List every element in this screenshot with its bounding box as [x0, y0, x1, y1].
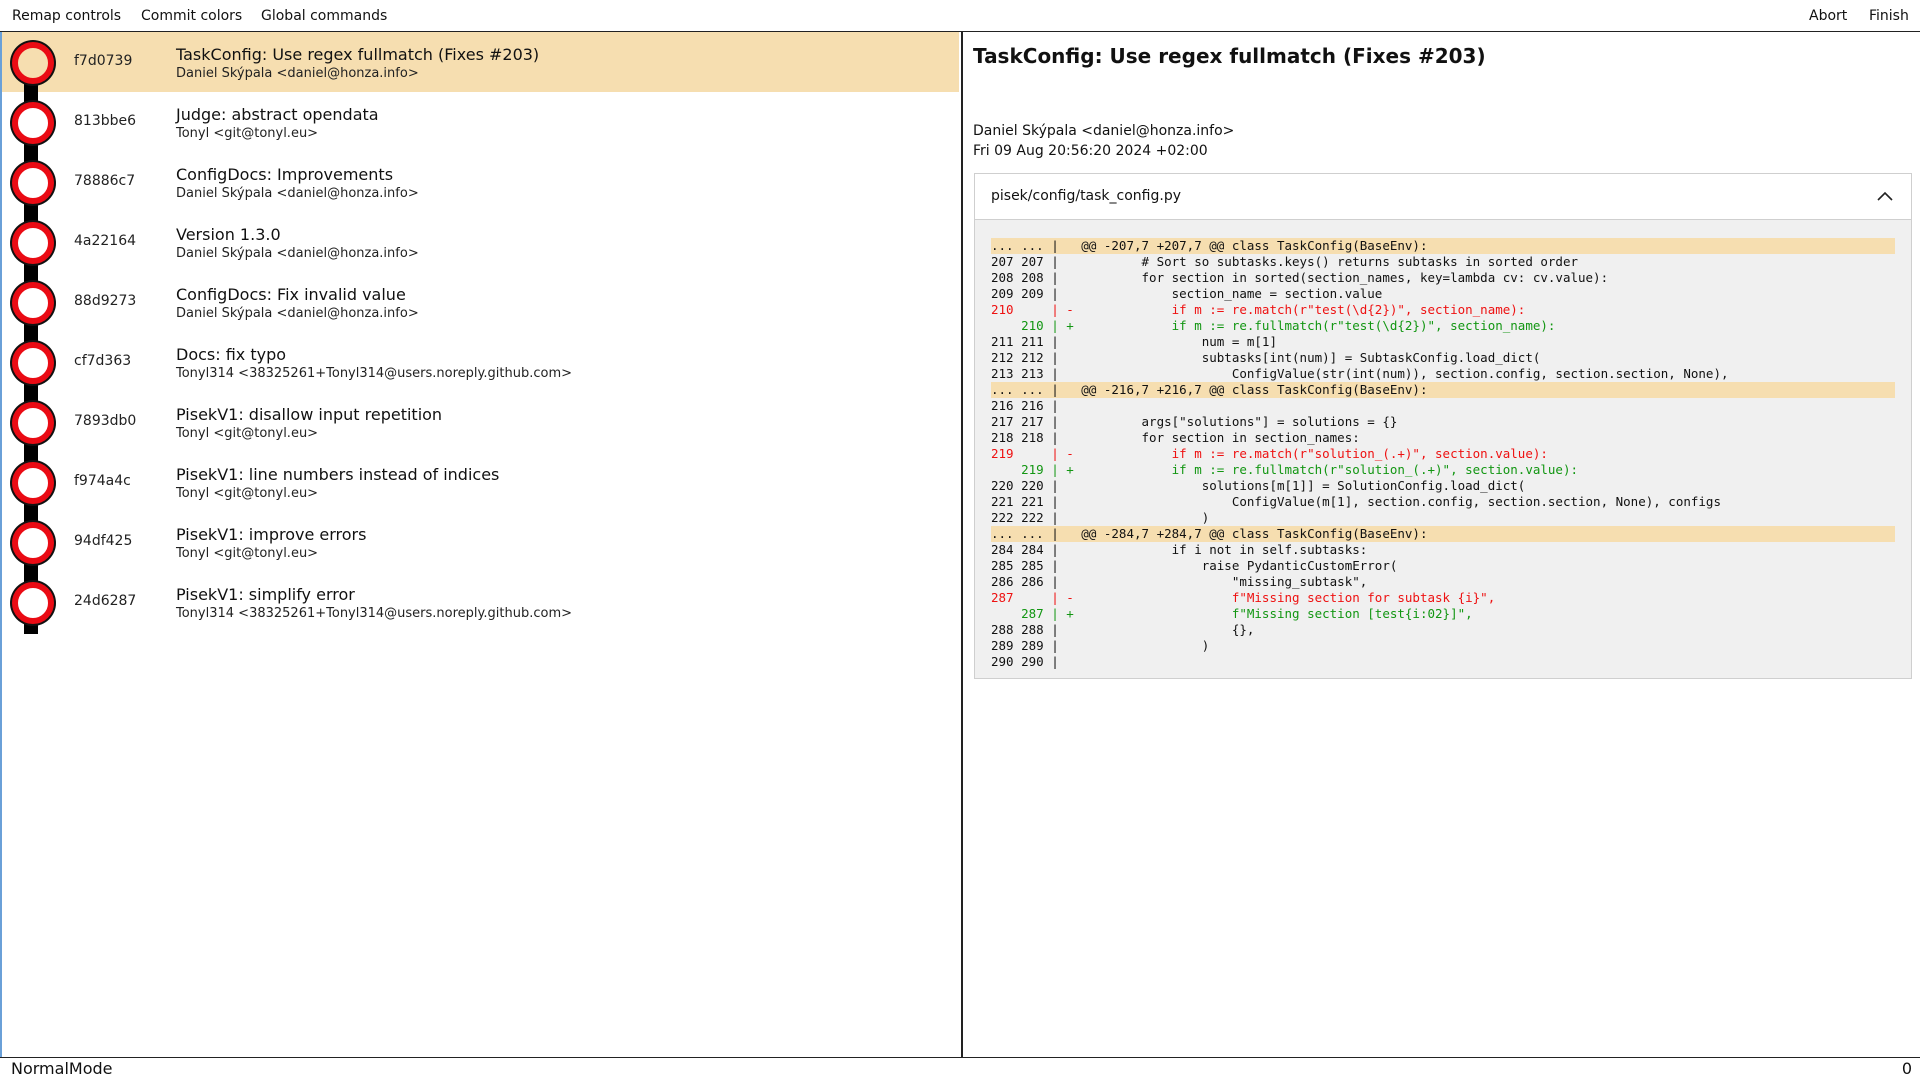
commit-author: Tonyl <git@tonyl.eu>	[176, 486, 319, 501]
commit-hash: 88d9273	[74, 293, 137, 309]
commit-author: Tonyl314 <38325261+Tonyl314@users.norepl…	[176, 366, 572, 381]
diff-context-line: 286 286 | "missing_subtask",	[991, 574, 1368, 589]
diff-context-line: 221 221 | ConfigValue(m[1], section.conf…	[991, 494, 1721, 509]
commit-author: Daniel Skýpala <daniel@honza.info>	[176, 66, 419, 81]
diff-removed-line: 210 | - if m := re.match(r"test(\d{2})",…	[991, 302, 1526, 317]
commit-node-icon	[12, 222, 54, 264]
commit-subject: PisekV1: line numbers instead of indices	[176, 465, 500, 484]
diff-hunk-header: ... ... | @@ -284,7 +284,7 @@ class Task…	[991, 526, 1895, 542]
diff-hunk-header: ... ... | @@ -216,7 +216,7 @@ class Task…	[991, 382, 1895, 398]
file-diff-panel: pisek/config/task_config.py ... ... | @@…	[974, 173, 1912, 679]
commit-row[interactable]: 24d6287 PisekV1: simplify error Tonyl314 <…	[2, 572, 959, 632]
commit-author: Tonyl <git@tonyl.eu>	[176, 126, 319, 141]
commit-row[interactable]: 94df425 PisekV1: improve errors Tonyl <git…	[2, 512, 959, 572]
diff-context-line: 209 209 | section_name = section.value	[991, 286, 1383, 301]
diff-context-line: 290 290 |	[991, 654, 1059, 669]
diff-context-line: 216 216 |	[991, 398, 1059, 413]
commit-author: Tonyl314 <38325261+Tonyl314@users.norepl…	[176, 606, 572, 621]
diff-context-line: 212 212 | subtasks[int(num)] = SubtaskCo…	[991, 350, 1541, 365]
commit-row[interactable]: f7d0739 TaskConfig: Use regex fullmatch (…	[2, 32, 959, 92]
commit-hash: 813bbe6	[74, 113, 137, 129]
commit-row[interactable]: 78886c7 ConfigDocs: Improvements Daniel Sk…	[2, 152, 959, 212]
diff-context-line: 207 207 | # Sort so subtasks.keys() retu…	[991, 254, 1578, 269]
diff-added-line: 287 | + f"Missing section [test{i:02}]",	[991, 606, 1473, 621]
commit-node-icon	[12, 522, 54, 564]
diff-context-line: 218 218 | for section in section_names:	[991, 430, 1360, 445]
status-count: 0	[1901, 1059, 1912, 1078]
commit-node-icon	[12, 102, 54, 144]
top-menu-bar: Remap controls Commit colors Global comm…	[0, 0, 1920, 32]
commit-hash: 7893db0	[74, 413, 137, 429]
commit-colors-button[interactable]: Commit colors	[141, 8, 242, 24]
file-name: pisek/config/task_config.py	[991, 188, 1181, 204]
commit-hash: 78886c7	[74, 173, 136, 189]
commit-node-icon	[12, 582, 54, 624]
commit-subject: PisekV1: disallow input repetition	[176, 405, 443, 424]
commit-node-icon	[12, 462, 54, 504]
commit-row[interactable]: 4a22164 Version 1.3.0 Daniel Skýpala <dani…	[2, 212, 959, 272]
commit-node-icon	[12, 342, 54, 384]
commit-hash: 94df425	[74, 533, 133, 549]
commit-subject: ConfigDocs: Fix invalid value	[176, 285, 406, 304]
diff-added-line: 210 | + if m := re.fullmatch(r"test(\d{2…	[991, 318, 1556, 333]
diff-context-line: 289 289 | )	[991, 638, 1210, 653]
commit-hash: f974a4c	[74, 473, 131, 489]
commit-hash: 24d6287	[74, 593, 137, 609]
diff-context-line: 284 284 | if i not in self.subtasks:	[991, 542, 1368, 557]
commit-row[interactable]: f974a4c PisekV1: line numbers instead of …	[2, 452, 959, 512]
commit-detail-date: Fri 09 Aug 20:56:20 2024 +02:00	[973, 143, 1208, 159]
commit-node-icon	[12, 282, 54, 324]
commit-subject: TaskConfig: Use regex fullmatch (Fixes #…	[176, 45, 540, 64]
diff-context-line: 222 222 | )	[991, 510, 1210, 525]
diff-context-line: 217 217 | args["solutions"] = solutions …	[991, 414, 1398, 429]
commit-author: Daniel Skýpala <daniel@honza.info>	[176, 186, 419, 201]
diff-content: ... ... | @@ -207,7 +207,7 @@ class Task…	[991, 238, 1895, 670]
diff-added-line: 219 | + if m := re.fullmatch(r"solution_…	[991, 462, 1578, 477]
diff-context-line: 211 211 | num = m[1]	[991, 334, 1277, 349]
remap-controls-button[interactable]: Remap controls	[12, 8, 121, 24]
status-bar: NormalMode 0	[0, 1057, 1920, 1079]
commit-subject: ConfigDocs: Improvements	[176, 165, 394, 184]
commit-author: Tonyl <git@tonyl.eu>	[176, 546, 319, 561]
commit-detail-pane: TaskConfig: Use regex fullmatch (Fixes #…	[961, 32, 1920, 1057]
commit-node-icon	[12, 42, 54, 84]
commit-detail-author: Daniel Skýpala <daniel@honza.info>	[973, 123, 1235, 139]
commit-subject: PisekV1: improve errors	[176, 525, 367, 544]
diff-hunk-header: ... ... | @@ -207,7 +207,7 @@ class Task…	[991, 238, 1895, 254]
commit-hash: cf7d363	[74, 353, 132, 369]
global-commands-button[interactable]: Global commands	[261, 8, 387, 24]
diff-context-line: 208 208 | for section in sorted(section_…	[991, 270, 1609, 285]
mode-indicator: NormalMode	[11, 1059, 113, 1078]
diff-context-line: 213 213 | ConfigValue(str(int(num)), sec…	[991, 366, 1729, 381]
commit-list-pane: f7d0739 TaskConfig: Use regex fullmatch (…	[0, 32, 961, 1057]
chevron-up-icon[interactable]	[1875, 186, 1895, 206]
diff-removed-line: 219 | - if m := re.match(r"solution_(.+)…	[991, 446, 1548, 461]
diff-context-line: 288 288 | {},	[991, 622, 1255, 637]
finish-button[interactable]: Finish	[1869, 8, 1909, 24]
commit-node-icon	[12, 402, 54, 444]
file-diff-header[interactable]: pisek/config/task_config.py	[975, 174, 1911, 220]
commit-row[interactable]: 7893db0 PisekV1: disallow input repetitio…	[2, 392, 959, 452]
commit-node-icon	[12, 162, 54, 204]
diff-context-line: 285 285 | raise PydanticCustomError(	[991, 558, 1398, 573]
commit-detail-title: TaskConfig: Use regex fullmatch (Fixes #…	[973, 44, 1486, 68]
commit-subject: Version 1.3.0	[176, 225, 281, 244]
commit-hash: f7d0739	[74, 53, 133, 69]
abort-button[interactable]: Abort	[1809, 8, 1847, 24]
commit-author: Daniel Skýpala <daniel@honza.info>	[176, 246, 419, 261]
commit-hash: 4a22164	[74, 233, 137, 249]
commit-row[interactable]: cf7d363 Docs: fix typo Tonyl314 <38325261+…	[2, 332, 959, 392]
commit-subject: PisekV1: simplify error	[176, 585, 355, 604]
diff-removed-line: 287 | - f"Missing section for subtask {i…	[991, 590, 1496, 605]
commit-author: Tonyl <git@tonyl.eu>	[176, 426, 319, 441]
diff-context-line: 220 220 | solutions[m[1]] = SolutionConf…	[991, 478, 1526, 493]
commit-author: Daniel Skýpala <daniel@honza.info>	[176, 306, 419, 321]
commit-subject: Judge: abstract opendata	[176, 105, 379, 124]
commit-subject: Docs: fix typo	[176, 345, 287, 364]
commit-row[interactable]: 88d9273 ConfigDocs: Fix invalid value Dani…	[2, 272, 959, 332]
commit-row[interactable]: 813bbe6 Judge: abstract opendata Tonyl <gi…	[2, 92, 959, 152]
